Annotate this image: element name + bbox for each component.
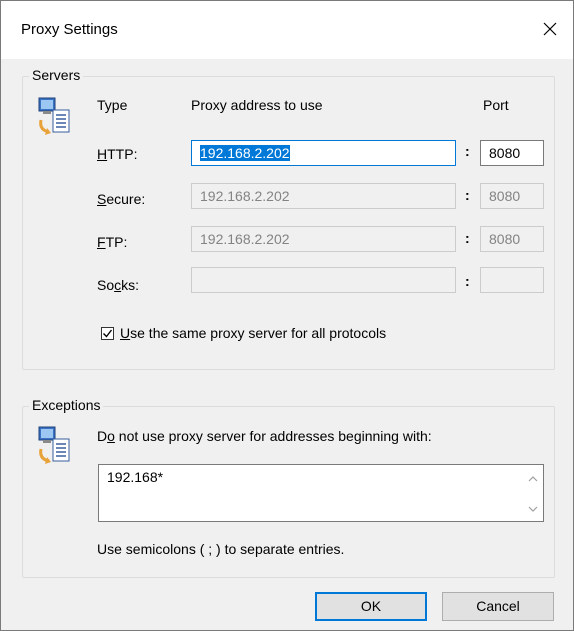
socks-port-separator: : <box>465 273 470 289</box>
exceptions-textarea[interactable]: 192.168* <box>98 464 544 522</box>
ok-button[interactable]: OK <box>315 592 427 621</box>
ftp-address-input[interactable]: 192.168.2.202 <box>191 226 456 252</box>
http-port-separator: : <box>465 143 470 159</box>
address-column-header: Proxy address to use <box>191 97 323 113</box>
same-proxy-label[interactable]: Use the same proxy server for all protoc… <box>120 325 386 341</box>
exceptions-hint: Use semicolons ( ; ) to separate entries… <box>97 541 345 557</box>
close-button[interactable] <box>527 9 573 49</box>
checkmark-icon <box>103 329 113 338</box>
proxy-settings-dialog: Proxy Settings Servers Type Proxy addres… <box>0 0 574 631</box>
same-proxy-checkbox[interactable] <box>101 327 114 340</box>
close-icon <box>543 22 557 36</box>
cancel-button[interactable]: Cancel <box>442 592 554 621</box>
exceptions-legend: Exceptions <box>29 397 104 413</box>
secure-address-input[interactable]: 192.168.2.202 <box>191 183 456 209</box>
dialog-title: Proxy Settings <box>21 21 118 38</box>
http-address-input[interactable]: 192.168.2.202 <box>191 140 456 166</box>
port-column-header: Port <box>483 97 509 113</box>
http-label: HTTP: <box>97 146 138 162</box>
http-port-input[interactable]: 8080 <box>480 140 544 166</box>
network-computer-icon <box>38 97 70 135</box>
exceptions-instruction: Do not use proxy server for addresses be… <box>97 428 432 444</box>
secure-port-separator: : <box>465 187 470 203</box>
servers-legend: Servers <box>29 67 84 83</box>
exceptions-scrollbar[interactable] <box>523 465 543 521</box>
ftp-port-separator: : <box>465 230 470 246</box>
secure-label: Secure: <box>97 191 146 207</box>
scroll-down-icon[interactable] <box>527 503 539 515</box>
ftp-port-input[interactable]: 8080 <box>480 226 544 252</box>
title-bar: Proxy Settings <box>1 1 573 59</box>
secure-port-input[interactable]: 8080 <box>480 183 544 209</box>
socks-port-input[interactable] <box>480 267 544 293</box>
scroll-up-icon[interactable] <box>527 473 539 485</box>
exceptions-computer-icon <box>38 426 70 464</box>
type-column-header: Type <box>97 97 128 113</box>
socks-label: Socks: <box>97 277 140 293</box>
exceptions-value: 192.168* <box>107 469 164 485</box>
ftp-label: FTP: <box>97 234 128 250</box>
socks-address-input[interactable] <box>191 267 456 293</box>
